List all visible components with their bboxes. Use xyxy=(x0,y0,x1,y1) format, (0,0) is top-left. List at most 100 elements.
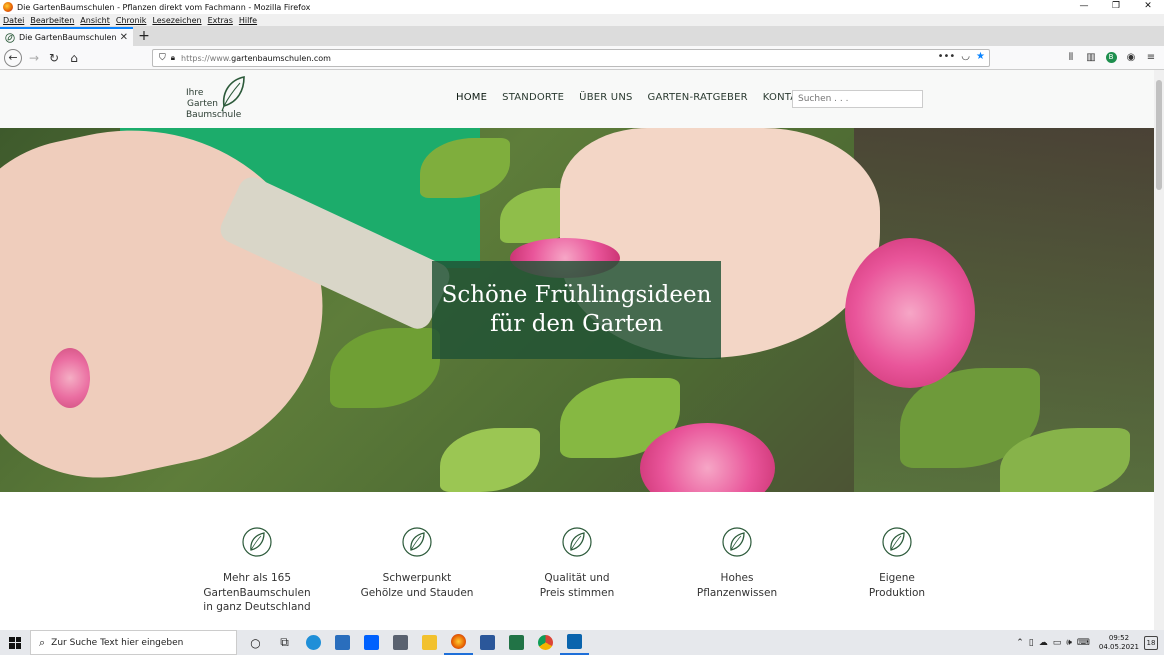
address-bar[interactable]: ⛉ 🔒︎ https://www.gartenbaumschulen.com •… xyxy=(152,49,990,67)
leaf-circle-icon xyxy=(722,527,752,557)
taskbar-search-box[interactable]: ⌕ Zur Suche Text hier eingeben xyxy=(30,630,237,655)
library-icon[interactable]: ⫴ xyxy=(1064,49,1078,65)
feature-text: Hohes Pflanzenwissen xyxy=(696,572,778,599)
taskbar-search-placeholder: Zur Suche Text hier eingeben xyxy=(51,637,184,648)
address-bar-actions: ••• ◡ ★ xyxy=(938,51,985,62)
bookmark-star-icon[interactable]: ★ xyxy=(976,51,985,62)
keyboard-icon[interactable]: ⌨ xyxy=(1077,638,1090,648)
firefox-icon xyxy=(3,2,13,12)
feature-item: Hohes Pflanzenwissen xyxy=(657,526,817,600)
page-actions-icon[interactable]: ••• xyxy=(938,51,956,62)
feature-item: Eigene Produktion xyxy=(817,526,977,600)
cortana-icon[interactable]: ○ xyxy=(241,630,270,655)
start-button[interactable] xyxy=(0,630,30,655)
sidebar-icon[interactable]: ▥ xyxy=(1084,49,1098,65)
tracking-shield-icon[interactable]: ⛉ xyxy=(159,53,166,63)
hero-pink-rose xyxy=(50,348,90,408)
leaf-circle-icon xyxy=(882,527,912,557)
hero-headline-box: Schöne Frühlingsideen für den Garten xyxy=(432,261,721,359)
feature-text: Qualität und Preis stimmen xyxy=(539,572,615,599)
new-tab-button[interactable]: + xyxy=(133,27,155,46)
taskbar-clock[interactable]: 09:52 04.05.2021 xyxy=(1099,634,1139,652)
search-icon: ⌕ xyxy=(39,635,46,649)
hero-leaf xyxy=(330,328,440,408)
nav-ueber-uns[interactable]: ÜBER UNS xyxy=(579,92,632,103)
network-icon[interactable]: ▭ xyxy=(1053,638,1062,648)
menu-hilfe[interactable]: Hilfe xyxy=(239,16,257,25)
feature-item: Qualität und Preis stimmen xyxy=(497,526,657,600)
menu-datei[interactable]: Datei xyxy=(3,16,24,25)
web-page: Ihre Garten Baumschule HOME STANDORTE ÜB… xyxy=(0,70,1154,630)
chrome-icon[interactable] xyxy=(531,630,560,655)
minimize-button[interactable]: — xyxy=(1068,0,1100,14)
hero-leaf xyxy=(440,428,540,492)
logo-leaf-icon xyxy=(221,76,245,112)
menu-bar: Datei Bearbeiten Ansicht Chronik Lesezei… xyxy=(0,14,1164,26)
site-logo[interactable]: Ihre Garten Baumschule xyxy=(186,76,248,122)
tray-device-icon[interactable]: ▯ xyxy=(1029,638,1034,648)
mail-icon[interactable] xyxy=(328,630,357,655)
home-icon[interactable]: ⌂ xyxy=(64,48,84,68)
hamburger-menu-icon[interactable]: ≡ xyxy=(1144,49,1158,65)
lock-icon[interactable]: 🔒︎ xyxy=(171,53,175,63)
logo-line-2: Garten xyxy=(187,99,218,109)
menu-extras[interactable]: Extras xyxy=(208,16,233,25)
edge-icon[interactable] xyxy=(299,630,328,655)
extension-icon[interactable]: B xyxy=(1104,49,1118,65)
tab-close-icon[interactable]: ✕ xyxy=(120,32,128,43)
site-header: Ihre Garten Baumschule HOME STANDORTE ÜB… xyxy=(0,70,1154,128)
dropbox-icon[interactable] xyxy=(357,630,386,655)
scrollbar-thumb[interactable] xyxy=(1156,80,1162,190)
toolbar-right: ⫴ ▥ B ◉ ≡ xyxy=(1064,49,1158,65)
back-arrow-icon[interactable]: ← xyxy=(4,48,22,67)
close-window-button[interactable]: ✕ xyxy=(1132,0,1164,14)
url-text[interactable]: https://www.gartenbaumschulen.com xyxy=(181,54,331,63)
task-view-icon[interactable]: ⧉ xyxy=(270,630,299,655)
url-scheme: https://www. xyxy=(181,53,232,63)
hero-pink-rose xyxy=(845,238,975,388)
forward-arrow-icon[interactable]: → xyxy=(24,48,44,68)
word-icon[interactable] xyxy=(473,630,502,655)
cloud-icon[interactable]: ☁ xyxy=(1039,638,1048,648)
nav-standorte[interactable]: STANDORTE xyxy=(502,92,564,103)
site-search-input[interactable] xyxy=(792,90,923,108)
tab-label: Die GartenBaumschulen - Pflan xyxy=(19,33,117,42)
menu-bearbeiten[interactable]: Bearbeiten xyxy=(30,16,74,25)
leaf-circle-icon xyxy=(242,527,272,557)
menu-ansicht[interactable]: Ansicht xyxy=(80,16,110,25)
outlook-icon[interactable] xyxy=(560,630,589,655)
reload-icon[interactable]: ↻ xyxy=(44,48,64,68)
nav-garten-ratgeber[interactable]: GARTEN-RATGEBER xyxy=(648,92,748,103)
notification-center-icon[interactable]: 18 xyxy=(1144,635,1158,650)
system-tray: ⌃ ▯ ☁ ▭ 🕪︎ ⌨ 09:52 04.05.2021 18 xyxy=(1016,630,1158,655)
camera-icon[interactable] xyxy=(386,630,415,655)
url-host: gartenbaumschulen.com xyxy=(231,53,331,63)
taskbar-apps: ○ ⧉ xyxy=(241,630,589,655)
account-icon[interactable]: ◉ xyxy=(1124,49,1138,65)
tab-bar: Die GartenBaumschulen - Pflan ✕ + xyxy=(0,26,1164,46)
leaf-favicon-icon xyxy=(5,32,15,43)
volume-icon[interactable]: 🕪︎ xyxy=(1066,638,1072,648)
clock-date: 04.05.2021 xyxy=(1098,642,1139,651)
menu-chronik[interactable]: Chronik xyxy=(116,16,147,25)
feature-text: Eigene Produktion xyxy=(868,572,926,599)
firefox-taskbar-icon[interactable] xyxy=(444,630,473,655)
page-scrollbar[interactable] xyxy=(1154,70,1164,630)
windows-logo-icon xyxy=(9,636,21,649)
logo-line-1: Ihre xyxy=(186,88,204,98)
tray-chevron-up-icon[interactable]: ⌃ xyxy=(1016,638,1024,648)
windows-taskbar: ⌕ Zur Suche Text hier eingeben ○ ⧉ ⌃ ▯ ☁… xyxy=(0,630,1164,655)
tab-gartenbaumschulen[interactable]: Die GartenBaumschulen - Pflan ✕ xyxy=(0,27,133,46)
menu-lesezeichen[interactable]: Lesezeichen xyxy=(152,16,201,25)
window-titlebar: Die GartenBaumschulen - Pflanzen direkt … xyxy=(0,0,1164,14)
clock-time: 09:52 xyxy=(1108,633,1130,642)
excel-icon[interactable] xyxy=(502,630,531,655)
nav-home[interactable]: HOME xyxy=(456,92,487,103)
file-explorer-icon[interactable] xyxy=(415,630,444,655)
pocket-icon[interactable]: ◡ xyxy=(961,51,970,62)
leaf-circle-icon xyxy=(562,527,592,557)
hero-banner: Schöne Frühlingsideen für den Garten xyxy=(0,128,1154,492)
maximize-button[interactable]: ❐ xyxy=(1100,0,1132,14)
window-title: Die GartenBaumschulen - Pflanzen direkt … xyxy=(17,2,311,12)
feature-text: Mehr als 165 GartenBaumschulen in ganz D… xyxy=(203,572,311,613)
